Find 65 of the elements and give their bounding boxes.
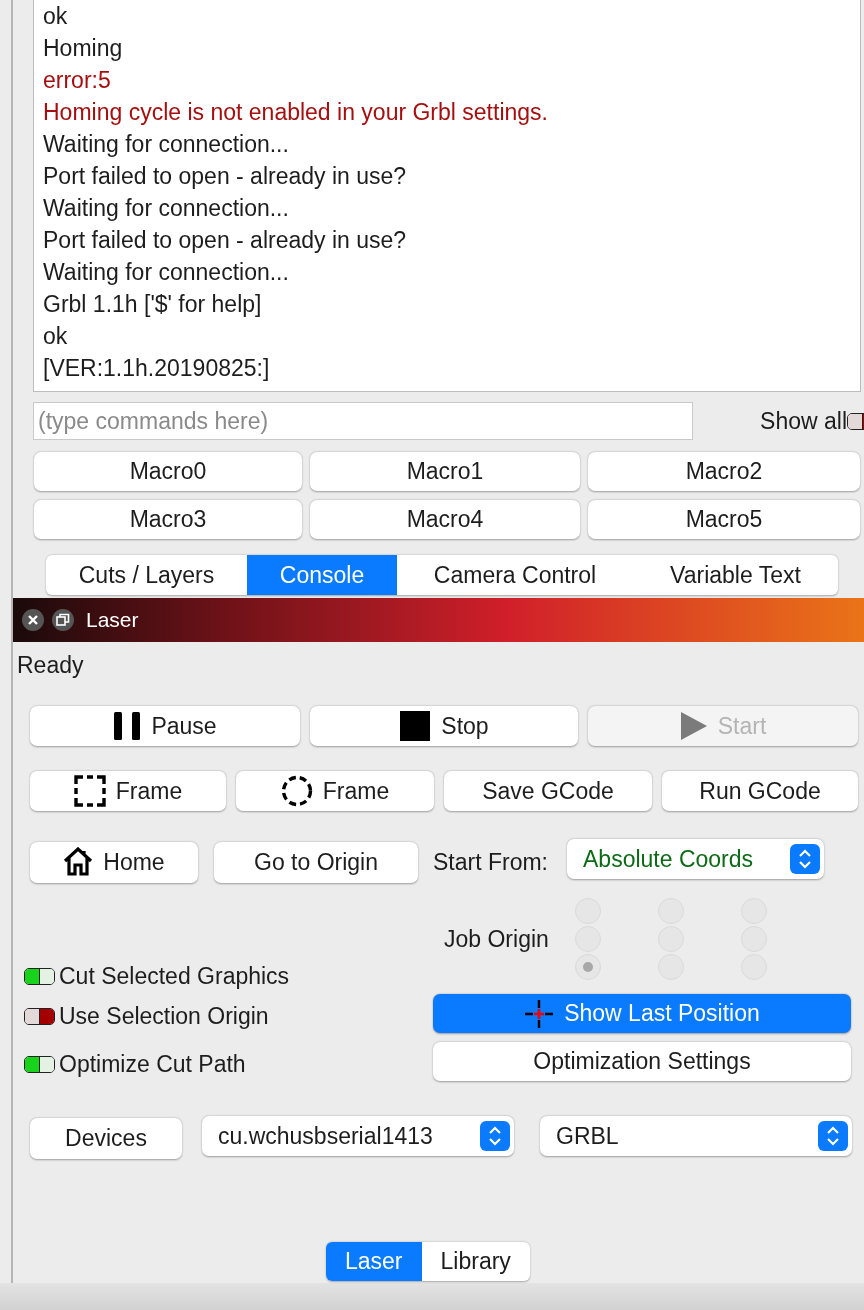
- close-icon: [26, 613, 40, 627]
- console-line: Waiting for connection...: [43, 130, 290, 159]
- pause-icon: [113, 711, 142, 741]
- show-last-position-button[interactable]: Show Last Position: [433, 994, 851, 1033]
- tab[interactable]: Cuts / Layers: [46, 555, 247, 595]
- optimization-settings-button[interactable]: Optimization Settings: [433, 1042, 851, 1081]
- tab[interactable]: Laser: [326, 1242, 422, 1281]
- dashed-circle-icon: [280, 775, 313, 807]
- go-to-origin-button[interactable]: Go to Origin: [214, 841, 418, 883]
- command-field[interactable]: (type commands here): [33, 402, 693, 440]
- macro-button[interactable]: Macro2: [588, 452, 860, 491]
- crosshair-icon: [524, 998, 555, 1029]
- tab[interactable]: Library: [421, 1242, 530, 1281]
- option-label: Optimize Cut Path: [59, 1049, 246, 1079]
- option-label: Use Selection Origin: [59, 1001, 269, 1031]
- console-line: Port failed to open - already in use?: [43, 226, 408, 255]
- frame-button[interactable]: Frame: [30, 771, 226, 811]
- controller-select[interactable]: GRBL: [540, 1116, 852, 1156]
- option-toggle[interactable]: [24, 967, 55, 985]
- console-line: Homing: [43, 34, 124, 63]
- stop-button[interactable]: Stop: [310, 706, 578, 746]
- origin-radio[interactable]: [574, 954, 601, 980]
- console-line: Waiting for connection...: [43, 194, 290, 223]
- panel-title: Laser: [86, 607, 139, 634]
- start-from-label: Start From:: [433, 847, 548, 877]
- error-line: Homing cycle is not enabled in your Grbl settings.: [43, 98, 549, 127]
- option-label: Cut Selected Graphics: [59, 961, 290, 991]
- status-text: Ready: [17, 651, 85, 680]
- chevron-icon: [824, 1125, 842, 1147]
- console-line: Waiting for connection...: [43, 258, 290, 287]
- dashed-rectangle-icon: [73, 775, 106, 807]
- start-from-select[interactable]: Absolute Coords: [567, 839, 824, 879]
- job-origin-label: Job Origin: [444, 924, 549, 954]
- macro-button[interactable]: Macro4: [310, 500, 580, 539]
- tab[interactable]: Variable Text: [633, 555, 838, 595]
- devices-button[interactable]: Devices: [30, 1117, 182, 1159]
- frame-button[interactable]: Frame: [236, 771, 434, 811]
- float-button[interactable]: [52, 609, 74, 631]
- macro-button[interactable]: Macro5: [588, 500, 860, 539]
- tab[interactable]: Camera Control: [397, 555, 633, 595]
- console-line: ok: [43, 322, 69, 351]
- console-line: Port failed to open - already in use?: [43, 162, 408, 191]
- show-all-label: Show all: [760, 406, 847, 436]
- macro-button[interactable]: Macro1: [310, 452, 580, 491]
- home-button[interactable]: Home: [30, 841, 198, 883]
- chevron-icon: [796, 848, 814, 870]
- option-toggle[interactable]: [24, 1007, 55, 1025]
- console-line: Grbl 1.1h ['$' for help]: [43, 290, 263, 319]
- macro-button[interactable]: Macro0: [34, 452, 302, 491]
- error-line: error:5: [43, 66, 112, 95]
- console-line: [VER:1.1h.20190825:]: [43, 354, 271, 383]
- console-line: ok: [43, 2, 69, 31]
- stop-icon: [399, 710, 432, 742]
- gcode-button[interactable]: Save GCode: [444, 771, 652, 811]
- close-button[interactable]: [22, 609, 44, 631]
- chevron-icon: [486, 1125, 504, 1147]
- port-select[interactable]: cu.wchusbserial1413: [202, 1116, 514, 1156]
- macro-button[interactable]: Macro3: [34, 500, 302, 539]
- play-icon: [679, 711, 708, 741]
- gcode-button[interactable]: Run GCode: [662, 771, 858, 811]
- option-toggle[interactable]: [24, 1055, 55, 1073]
- tab[interactable]: Console: [247, 555, 397, 595]
- windows-icon: [56, 613, 70, 627]
- home-icon: [63, 847, 94, 877]
- pause-button[interactable]: Pause: [30, 706, 300, 746]
